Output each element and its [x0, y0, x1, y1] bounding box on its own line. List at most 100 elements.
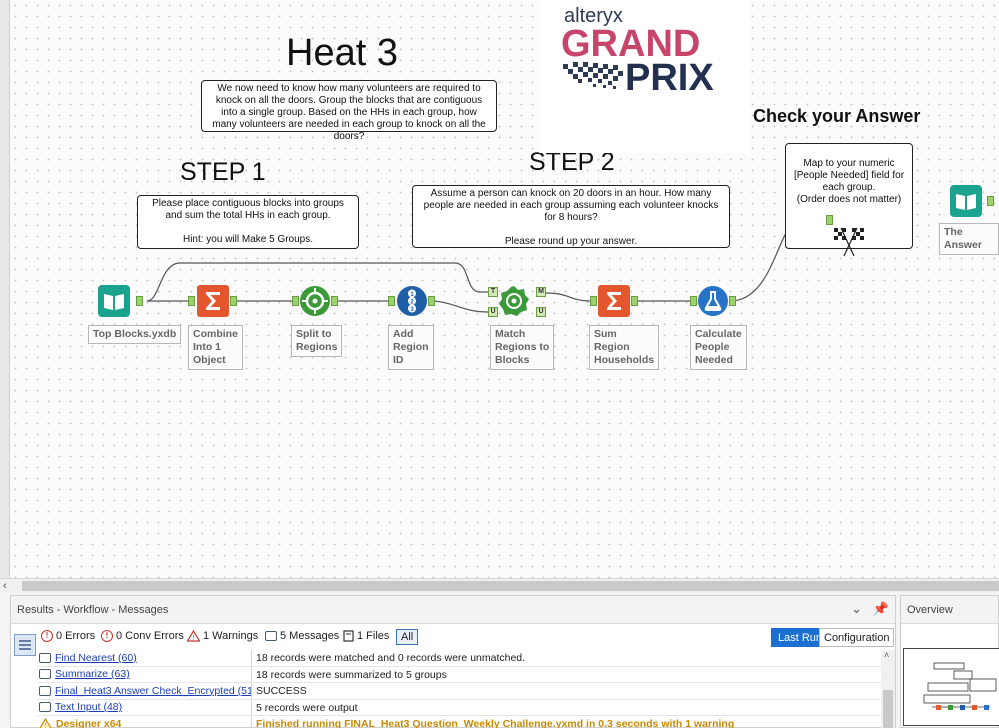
combine-tool-label: Combine Into 1 Object	[188, 325, 243, 370]
split-input-anchor[interactable]	[292, 296, 299, 306]
table-row[interactable]: ! Designer x64 Finished running FINAL_He…	[37, 716, 882, 728]
answer-output-anchor[interactable]	[987, 196, 994, 206]
step1-comment[interactable]: Please place contiguous blocks into grou…	[137, 195, 359, 249]
match-matched-anchor[interactable]: M	[536, 287, 546, 297]
sigma-icon	[598, 285, 630, 317]
region-id-tool-label: Add Region ID	[388, 325, 434, 370]
workflow-canvas[interactable]: Heat 3 STEP 1 STEP 2 Check your Answer W…	[10, 0, 999, 578]
spatial-gear-icon	[300, 286, 330, 316]
answer-tool-label: The Answer	[939, 223, 999, 255]
minimap-thumbnail	[923, 662, 997, 710]
overview-title: Overview	[901, 596, 998, 624]
numbered-list-icon: 1 2 3	[397, 286, 427, 316]
match-universe-anchor[interactable]: U	[488, 307, 498, 317]
table-row[interactable]: Find Nearest (60) 18 records were matche…	[37, 650, 882, 667]
answer-text-input-tool[interactable]	[950, 185, 982, 217]
pin-icon[interactable]: 📌	[873, 601, 889, 616]
message-icon	[265, 631, 277, 641]
answer-check-input-anchor[interactable]	[826, 215, 833, 225]
canvas-horizontal-scrollbar[interactable]: ‹	[0, 578, 999, 592]
conv-error-icon: !	[101, 630, 113, 642]
match-target-anchor[interactable]: T	[488, 287, 498, 297]
tool-link[interactable]: Text Input (48)	[55, 700, 122, 716]
message-text: 18 records were summarized to 5 groups	[256, 668, 447, 681]
canvas-left-edge	[0, 0, 10, 578]
step1-heading: STEP 1	[180, 158, 266, 186]
warnings-filter[interactable]: ! 1 Warnings	[187, 630, 258, 642]
region-id-output-anchor[interactable]	[428, 296, 435, 306]
check-comment[interactable]: Map to your numeric [People Needed] fiel…	[785, 143, 913, 257]
messages-filter[interactable]: 5 Messages	[265, 630, 339, 642]
tool-link[interactable]: Designer x64	[56, 716, 121, 728]
intro-comment[interactable]: We now need to know how many volunteers …	[201, 80, 497, 142]
sum-output-anchor[interactable]	[631, 296, 638, 306]
message-text: 5 records were output	[256, 701, 358, 714]
split-tool-label: Split to Regions	[291, 325, 343, 357]
tool-link[interactable]: Final_Heat3 Answer Check_Encrypted (51)	[55, 683, 251, 699]
flask-icon	[698, 286, 728, 316]
message-icon	[39, 702, 51, 713]
match-tool-label: Match Regions to Blocks	[490, 325, 555, 370]
input-tool-label: Top Blocks.yxdb	[88, 325, 182, 344]
chevron-down-icon[interactable]: ⌄	[851, 601, 862, 616]
split-regions-tool[interactable]	[299, 285, 331, 317]
messages-table: Find Nearest (60) 18 records were matche…	[37, 650, 882, 728]
table-row[interactable]: Text Input (48) 5 records were output	[37, 699, 882, 716]
book-icon	[98, 285, 130, 317]
scrollbar-thumb[interactable]	[883, 690, 893, 728]
message-icon	[39, 669, 51, 680]
book-icon	[950, 185, 982, 217]
table-row[interactable]: Summarize (63) 18 records were summarize…	[37, 666, 882, 683]
message-text: 18 records were matched and 0 records we…	[256, 652, 526, 664]
combine-summarize-tool[interactable]	[197, 285, 229, 317]
errors-filter[interactable]: ! 0 Errors	[41, 630, 95, 642]
combine-input-anchor[interactable]	[188, 296, 195, 306]
overview-panel: Overview	[900, 595, 999, 728]
region-id-input-anchor[interactable]	[388, 296, 395, 306]
calc-input-anchor[interactable]	[690, 296, 697, 306]
step2-comment[interactable]: Assume a person can knock on 20 doors in…	[412, 185, 730, 248]
error-icon: !	[41, 630, 53, 642]
table-row[interactable]: Final_Heat3 Answer Check_Encrypted (51) …	[37, 683, 882, 700]
check-answer-heading: Check your Answer	[753, 106, 921, 126]
checkered-flag-icon	[832, 212, 866, 257]
input-data-tool[interactable]	[98, 285, 130, 317]
target-icon	[499, 286, 529, 316]
file-icon	[343, 630, 354, 642]
split-output-anchor[interactable]	[331, 296, 338, 306]
results-panel: Results - Workflow - Messages ⌄ 📌 ! 0 Er…	[10, 595, 896, 728]
record-id-tool[interactable]: 1 2 3	[396, 285, 428, 317]
input-output-anchor[interactable]	[136, 296, 143, 306]
sum-input-anchor[interactable]	[590, 296, 597, 306]
message-text: Finished running FINAL_Heat3 Question_We…	[256, 718, 735, 728]
combine-output-anchor[interactable]	[230, 296, 237, 306]
configuration-button[interactable]: Configuration	[819, 628, 895, 647]
tool-link[interactable]: Find Nearest (60)	[55, 650, 137, 666]
results-controls: ⌄ 📌	[851, 601, 889, 617]
check-comment-text: Map to your numeric [People Needed] fiel…	[793, 158, 905, 205]
scroll-up-icon[interactable]: ˄	[884, 650, 889, 660]
scroll-left-icon[interactable]: ‹	[3, 579, 7, 593]
results-vertical-scrollbar[interactable]: ˄	[881, 650, 895, 728]
all-filter-button[interactable]: All	[396, 629, 419, 645]
overview-minimap[interactable]	[903, 648, 999, 726]
warning-icon: !	[39, 717, 52, 728]
sum-summarize-tool[interactable]	[598, 285, 630, 317]
calc-tool-label: Calculate People Needed	[690, 325, 747, 370]
conv-errors-filter[interactable]: ! 0 Conv Errors	[101, 630, 184, 642]
grand-prix-logo: alteryx GRAND PRIX	[539, 0, 750, 153]
scrollbar-thumb[interactable]	[22, 581, 999, 591]
tool-link[interactable]: Summarize (63)	[55, 667, 130, 683]
calc-output-anchor[interactable]	[729, 296, 736, 306]
results-filter-bar: ! 0 Errors ! 0 Conv Errors ! 1 Warnings …	[11, 626, 895, 648]
match-unmatched-anchor[interactable]: U	[536, 307, 546, 317]
message-icon	[39, 652, 51, 663]
find-nearest-tool[interactable]	[498, 285, 530, 317]
sigma-icon	[197, 285, 229, 317]
svg-text:!: !	[45, 723, 47, 728]
warning-icon: !	[187, 630, 200, 642]
formula-tool[interactable]	[697, 285, 729, 317]
heat-title: Heat 3	[286, 32, 398, 74]
svg-text:!: !	[193, 635, 195, 642]
files-filter[interactable]: 1 Files	[343, 630, 389, 642]
